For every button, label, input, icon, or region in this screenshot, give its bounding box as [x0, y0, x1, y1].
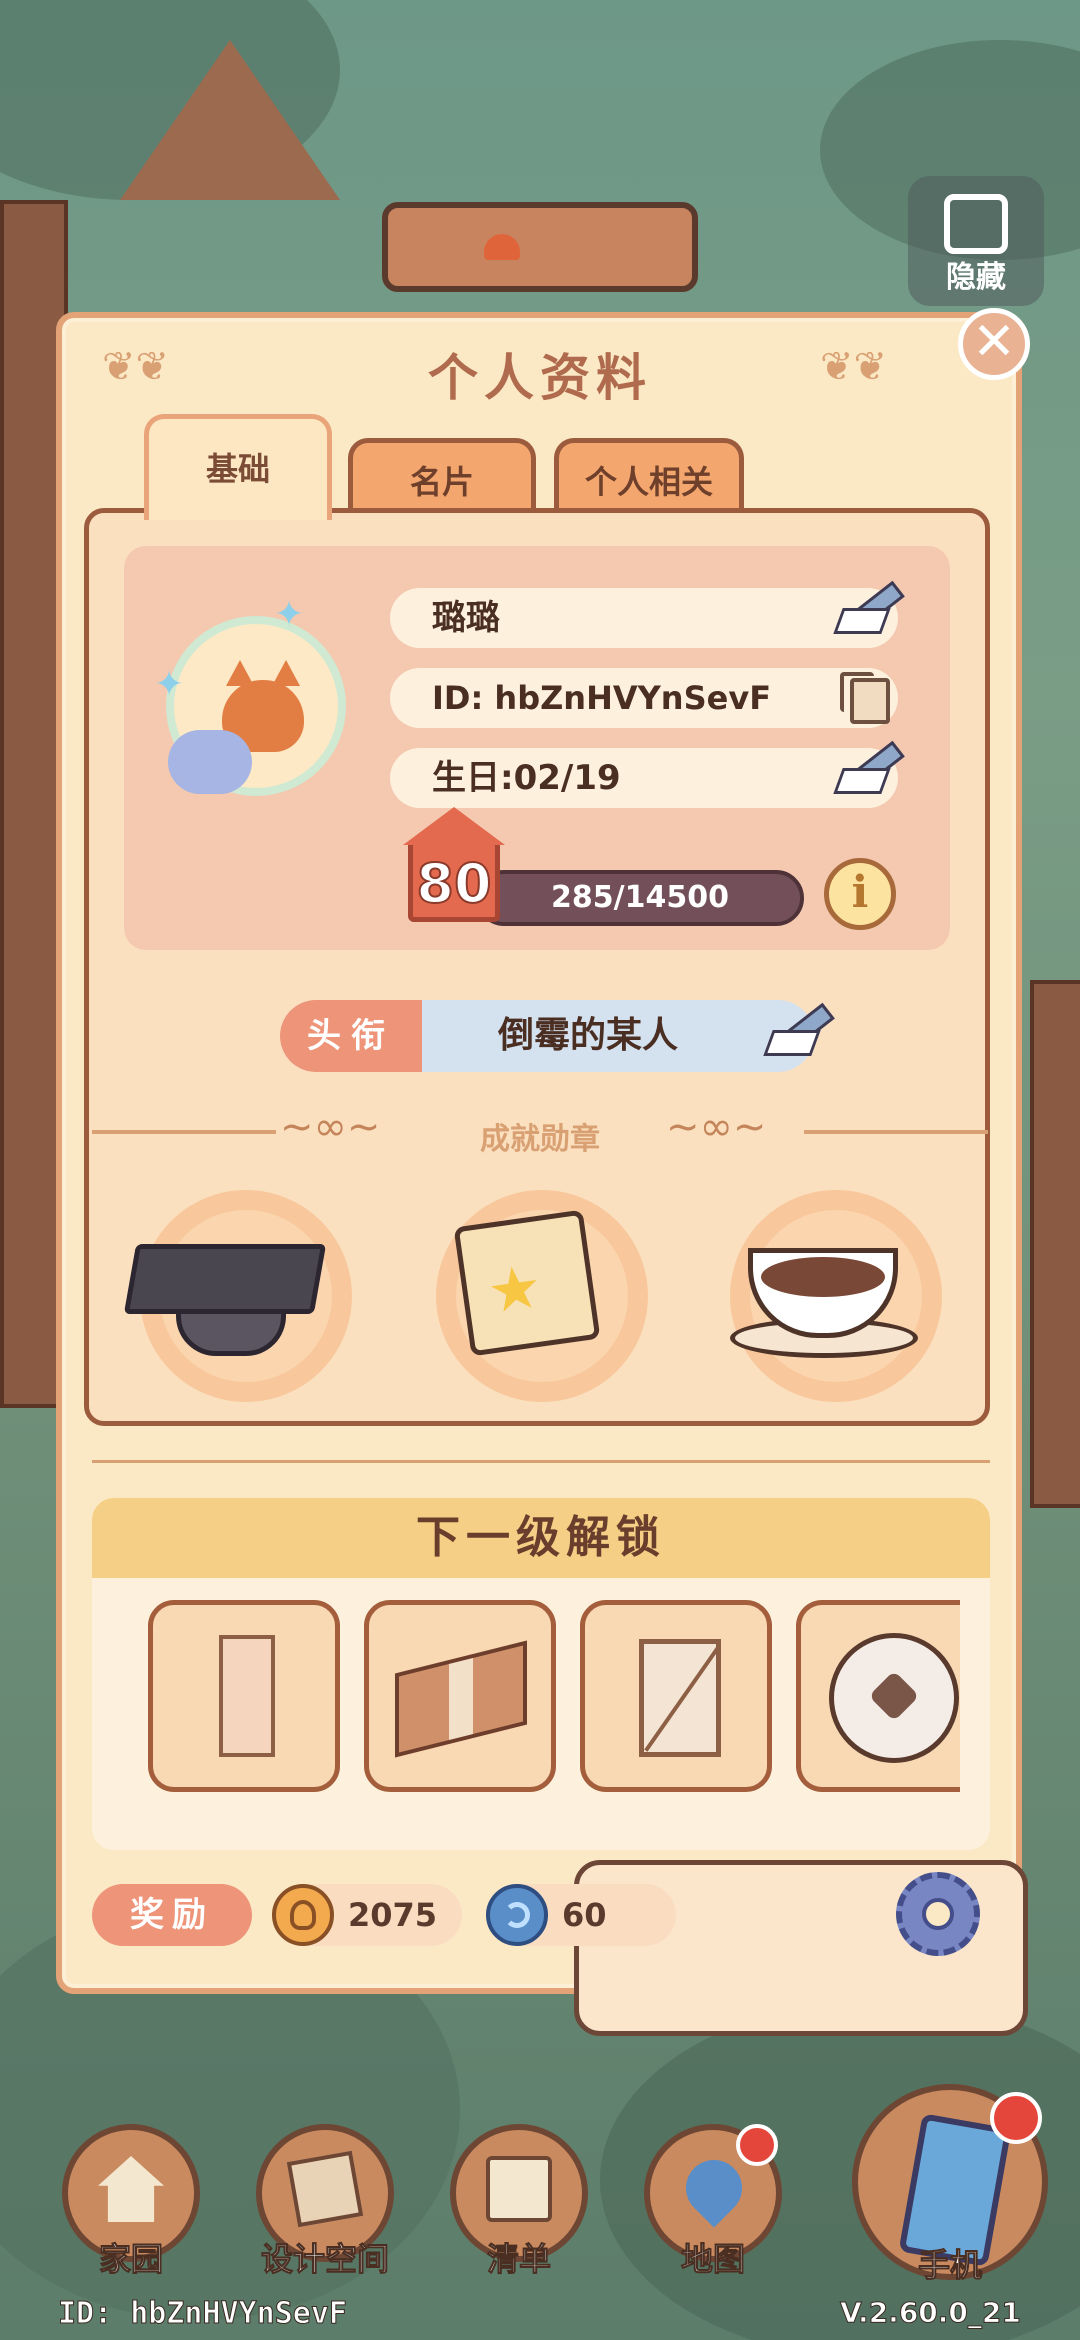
scroll: ★	[453, 1209, 601, 1357]
name-field: 璐璐	[390, 588, 898, 648]
copy-icon[interactable]	[840, 672, 890, 724]
map-notification-dot	[736, 2124, 778, 2166]
unlock-heading: 下一级解锁	[92, 1498, 990, 1578]
edit-birthday-pen-icon[interactable]	[833, 740, 905, 794]
tab-basic[interactable]: 基础	[144, 414, 332, 520]
title-badge[interactable]: 头衔 倒霉的某人	[280, 1000, 814, 1072]
pen-paper	[763, 1030, 821, 1056]
tab-personal[interactable]: 个人相关	[554, 438, 744, 518]
id-field: ID: hbZnHVYnSevF	[390, 668, 898, 728]
tab-namecard[interactable]: 名片	[348, 438, 536, 518]
nav-list-label: 清单	[486, 2240, 551, 2279]
cap-top	[123, 1244, 327, 1314]
fullscreen-icon	[944, 194, 1008, 254]
weather-widget[interactable]	[382, 202, 698, 292]
tape	[449, 1658, 473, 1740]
soccer-ball-icon[interactable]	[796, 1600, 960, 1792]
edit-title-pen-icon[interactable]	[763, 1002, 835, 1056]
pen-paper	[833, 608, 891, 634]
laundry-rack-icon[interactable]	[580, 1600, 772, 1792]
footer-version: V.2.60.0_21	[840, 2296, 1022, 2330]
building-right	[1030, 980, 1080, 1508]
tower-roof	[120, 40, 340, 200]
wood-pillar-icon[interactable]	[148, 1600, 340, 1792]
edit-name-pen-icon[interactable]	[833, 580, 905, 634]
reward-label: 奖励	[92, 1884, 252, 1946]
title-badge-label: 头衔	[280, 1000, 422, 1072]
avatar[interactable]: ✦ ✦	[154, 594, 346, 796]
nav-phone-label: 手机	[917, 2246, 982, 2285]
flower-icon	[168, 730, 252, 794]
nav-design-label: 设计空间	[260, 2240, 389, 2279]
panel-title: 个人资料	[428, 349, 652, 407]
gear-icon[interactable]	[896, 1872, 980, 1956]
latte-cup-icon[interactable]	[730, 1190, 942, 1402]
nav-map-label: 地图	[680, 2240, 745, 2279]
achievements-label: 成就勋章	[480, 1122, 600, 1157]
star-scroll-icon[interactable]: ★	[436, 1190, 648, 1402]
list-icon	[486, 2156, 552, 2222]
divider	[92, 1460, 990, 1463]
butterfly-icon: ✦	[274, 594, 305, 635]
title-badge-value: 倒霉的某人	[497, 1015, 678, 1056]
home-icon	[98, 2156, 164, 2222]
info-button[interactable]: i	[824, 858, 896, 930]
star-icon: ★	[483, 1251, 547, 1329]
box	[395, 1640, 527, 1758]
butterfly-icon: ✦	[154, 664, 185, 705]
pen-paper	[833, 768, 891, 794]
hide-ui-button[interactable]: 隐藏	[908, 176, 1044, 306]
ball	[829, 1633, 959, 1763]
nav-home-label: 家园	[98, 2240, 163, 2279]
sun-icon	[484, 234, 520, 260]
footer-id: ID: hbZnHVYnSevF	[58, 2296, 348, 2332]
birthday-field: 生日:02/19	[390, 748, 898, 808]
hide-label: 隐藏	[946, 260, 1006, 295]
coffee	[761, 1257, 885, 1297]
xp-bar: 285/14500	[476, 870, 804, 926]
rack	[639, 1639, 721, 1757]
swirl-currency-icon	[486, 1884, 548, 1946]
design-icon	[286, 2150, 364, 2228]
level-number: 80	[415, 851, 492, 916]
cardboard-box-icon[interactable]	[364, 1600, 556, 1792]
coin-icon	[272, 1884, 334, 1946]
pillar	[219, 1635, 275, 1757]
graduation-cap-icon[interactable]	[123, 1190, 352, 1402]
phone-notification-dot	[990, 2092, 1042, 2144]
